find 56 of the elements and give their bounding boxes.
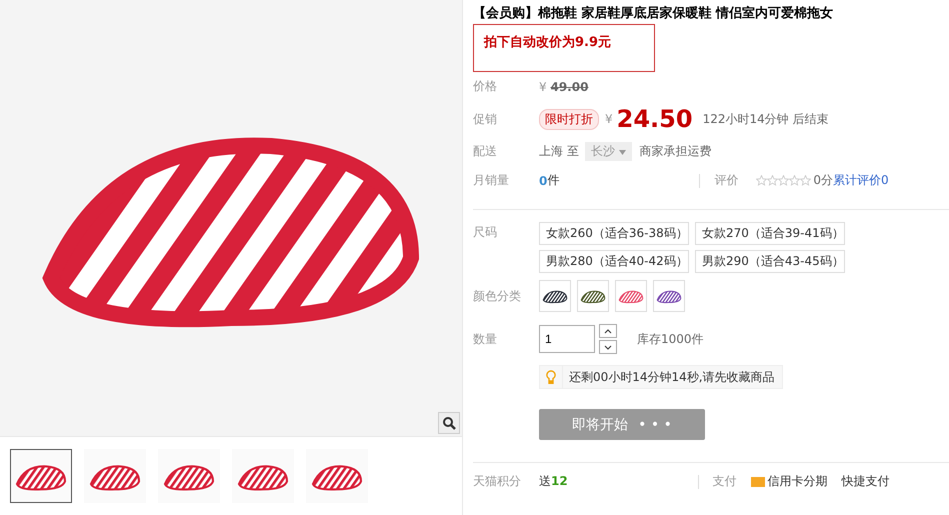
- lightbulb-icon: [546, 370, 556, 384]
- search-icon[interactable]: [438, 412, 460, 434]
- currency-sign: ¥: [539, 80, 547, 94]
- increment-button[interactable]: [599, 324, 617, 338]
- price-notice: 拍下自动改价为9.9元: [473, 24, 655, 72]
- slipper-drawing: [542, 288, 568, 304]
- size-option[interactable]: 男款280（适合40-42码）: [539, 250, 689, 273]
- field-label: 价格: [473, 78, 498, 95]
- points-text: 送12: [539, 473, 568, 490]
- field-label: 尺码: [473, 224, 498, 241]
- score-text: 0分: [813, 172, 833, 189]
- thumbnail-photo[interactable]: [10, 449, 72, 503]
- field-label: 数量: [473, 330, 498, 348]
- thumbnail-photo[interactable]: [158, 449, 220, 503]
- currency-sign: ¥: [605, 112, 613, 126]
- thumbnail-photo[interactable]: [232, 449, 294, 503]
- field-label: 配送: [473, 143, 498, 160]
- stock-text: 库存1000件: [637, 330, 704, 348]
- color-swatch[interactable]: [539, 280, 571, 312]
- payment-option[interactable]: 快捷支付: [842, 473, 890, 490]
- unit-text: 件: [547, 172, 560, 189]
- size-option[interactable]: 女款270（适合39-41码）: [695, 222, 845, 245]
- field-label: 支付: [712, 473, 737, 490]
- field-label: 月销量: [473, 172, 510, 189]
- size-option[interactable]: 男款290（适合43-45码）: [695, 250, 845, 273]
- sales-count: 0: [539, 174, 548, 188]
- rating-label: 评价: [714, 172, 738, 189]
- color-swatch[interactable]: [615, 280, 647, 312]
- chevron-down-icon: [604, 344, 612, 350]
- slipper-drawing: [580, 288, 606, 304]
- to-word: 至: [566, 143, 579, 160]
- payment-option[interactable]: 信用卡分期: [768, 473, 828, 490]
- tip-text: 还剩00小时14分钟14秒,请先收藏商品: [568, 368, 776, 386]
- color-swatch[interactable]: [653, 280, 685, 312]
- discount-badge: 限时打折: [539, 108, 599, 130]
- color-swatch[interactable]: [577, 280, 609, 312]
- countdown-text[interactable]: 122小时14分钟 后结束: [702, 110, 829, 128]
- reviews-link[interactable]: 累计评价0: [833, 172, 889, 189]
- field-label: 促销: [473, 110, 498, 128]
- card-icon: [750, 476, 765, 486]
- caret-icon: [618, 150, 626, 155]
- decrement-button[interactable]: [599, 340, 617, 354]
- quantity-field[interactable]: 1: [539, 325, 595, 353]
- thumbnail-photo[interactable]: [84, 449, 146, 503]
- field-label: 天猫积分: [473, 473, 522, 490]
- slipper-drawing: [656, 288, 682, 304]
- origin-city: 上海: [539, 143, 563, 160]
- thumbnail-photo[interactable]: [306, 449, 368, 503]
- shipping-text: 商家承担运费: [640, 143, 712, 160]
- original-price: 49.00: [550, 80, 588, 94]
- slipper-drawing: [618, 288, 644, 304]
- size-option[interactable]: 女款260（适合36-38码）: [539, 222, 689, 245]
- sale-price: 24.50: [616, 105, 693, 133]
- product-title: 【会员购】棉拖鞋 家居鞋厚底居家保暖鞋 情侣室内可爱棉拖女: [473, 4, 834, 22]
- field-label: 颜色分类: [473, 288, 522, 304]
- chevron-up-icon: [604, 328, 612, 334]
